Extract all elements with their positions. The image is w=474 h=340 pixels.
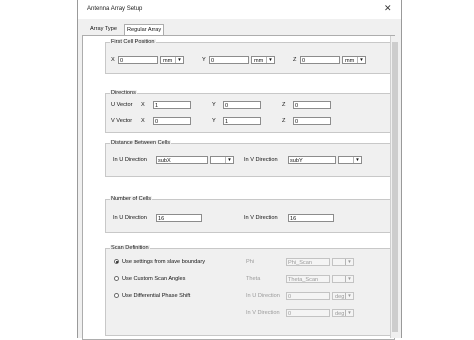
chevron-down-icon: ▼ [345,276,353,282]
chevron-down-icon: ▼ [175,57,183,63]
scan-definition-group: Scan Definition Use settings from slave … [105,245,391,336]
distance-between-cells-group: Distance Between Cells In U Direction su… [105,140,391,177]
v-z-label: Z [282,118,286,124]
scan-option-phase-shift-radio[interactable] [114,293,119,298]
y-label: Y [202,57,206,63]
group-title: Distance Between Cells [110,140,172,146]
v-vector-x-input[interactable]: 0 [153,117,191,125]
chevron-down-icon: ▼ [345,310,353,316]
z-position-input[interactable]: 0 [300,56,340,64]
distance-v-unit-select[interactable]: ▼ [338,156,362,164]
distance-v-input[interactable]: subY [288,156,336,164]
first-cell-position-group: First Cell Position X 0 mm ▼ Y 0 mm ▼ Z 0 … [105,39,391,74]
group-title: Directions [110,90,137,96]
vertical-scrollbar[interactable] [390,36,399,338]
u-direction-input[interactable]: 0 [286,292,330,300]
u-direction-unit-select[interactable]: deg ▼ [332,292,354,300]
v-x-label: X [141,118,145,124]
x-unit-select[interactable]: mm ▼ [160,56,184,64]
u-vector-x-input[interactable]: 1 [153,101,191,109]
x-label: X [111,57,115,63]
distance-u-label: In U Direction [113,157,147,163]
chevron-down-icon: ▼ [225,157,233,163]
u-x-label: X [141,102,145,108]
phi-label: Phi [246,259,255,265]
cells-u-input[interactable]: 16 [156,214,202,222]
scan-option-custom-angles-label[interactable]: Use Custom Scan Angles [122,276,185,282]
title-bar: Antenna Array Setup ✕ [78,0,401,19]
z-unit-select[interactable]: mm ▼ [342,56,366,64]
u-z-label: Z [282,102,286,108]
distance-u-unit-select[interactable]: ▼ [210,156,234,164]
chevron-down-icon: ▼ [345,259,353,265]
scrollbar-thumb[interactable] [392,42,398,332]
close-icon[interactable]: ✕ [384,3,392,14]
chevron-down-icon: ▼ [345,293,353,299]
cells-u-label: In U Direction [113,215,147,221]
v-vector-z-input[interactable]: 0 [293,117,331,125]
antenna-array-setup-dialog: Antenna Array Setup ✕ Array Type Regular… [77,0,402,340]
cells-v-label: In V Direction [244,215,278,221]
chevron-down-icon: ▼ [357,57,365,63]
v-direction-unit-select[interactable]: deg ▼ [332,309,354,317]
theta-input[interactable]: Theta_Scan [286,275,330,283]
chevron-down-icon: ▼ [266,57,274,63]
number-of-cells-group: Number of Cells In U Direction 16 In V D… [105,196,391,233]
u-y-label: Y [212,102,216,108]
scan-option-custom-angles-radio[interactable] [114,276,119,281]
u-vector-y-input[interactable]: 0 [223,101,261,109]
tab-array-type[interactable]: Array Type [88,24,119,35]
y-position-input[interactable]: 0 [209,56,249,64]
group-title: First Cell Position [110,39,156,45]
phi-select[interactable]: ▼ [332,258,354,266]
regular-array-panel: First Cell Position X 0 mm ▼ Y 0 mm ▼ Z 0 … [82,35,395,340]
x-position-input[interactable]: 0 [118,56,158,64]
theta-label: Theta [246,276,261,282]
scan-option-phase-shift-label[interactable]: Use Differential Phase Shift [122,293,190,299]
v-y-label: Y [212,118,216,124]
window-title: Antenna Array Setup [87,6,143,12]
cells-v-input[interactable]: 16 [288,214,334,222]
v-vector-y-input[interactable]: 1 [223,117,261,125]
group-title: Scan Definition [110,245,150,251]
z-label: Z [293,57,297,63]
group-title: Number of Cells [110,196,153,202]
theta-select[interactable]: ▼ [332,275,354,283]
u-vector-z-input[interactable]: 0 [293,101,331,109]
u-direction-label: In U Direction [246,293,280,299]
phi-input[interactable]: Phi_Scan [286,258,330,266]
distance-u-input[interactable]: subX [156,156,208,164]
scan-option-slave-boundary-label[interactable]: Use settings from slave boundary [122,259,205,265]
y-unit-select[interactable]: mm ▼ [251,56,275,64]
u-vector-label: U Vector [111,102,133,108]
v-direction-label: In V Direction [246,310,280,316]
v-direction-input[interactable]: 0 [286,309,330,317]
distance-v-label: In V Direction [244,157,278,163]
directions-group: Directions U Vector X 1 Y 0 Z 0 V Vector… [105,90,391,133]
chevron-down-icon: ▼ [353,157,361,163]
scan-option-slave-boundary-radio[interactable] [114,259,119,264]
v-vector-label: V Vector [111,118,133,124]
